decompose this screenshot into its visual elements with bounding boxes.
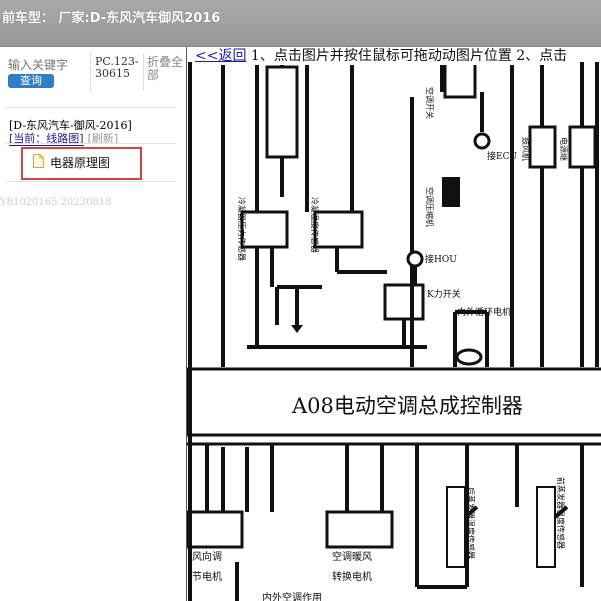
query-button[interactable]: 查询 [8, 74, 54, 88]
top-bar: 前车型： 厂家:D-东风汽车御风2016 [0, 0, 601, 47]
back-link[interactable]: <<返回 [195, 48, 246, 64]
fold-all-link[interactable]: 折叠全部 [147, 56, 185, 82]
ground-ecu-label: 接ECU [487, 150, 517, 162]
wind-motor-label-1: 风向调 [192, 550, 222, 563]
window-title: 前车型： 厂家:D-东风汽车御风2016 [2, 11, 221, 26]
viewer-instructions: <<返回 1、点击图片并按住鼠标可拖动动图片位置 2、点击 [195, 47, 568, 65]
pressure-switch-label: K力开关 [427, 288, 461, 300]
power-relay-label: 电源继 [559, 137, 569, 161]
tree-highlight-box: 电器原理图 [21, 147, 142, 180]
version-watermark: Y81020165.20230818 [0, 197, 112, 208]
front-sensor-label: 前蒸发器温度传感器 [556, 477, 566, 549]
divider [6, 107, 176, 108]
tree-item-label: 电器原理图 [50, 156, 111, 170]
pc-version-label: PC.123-30615 [95, 55, 139, 80]
ground-hou-label: 接HOU [425, 253, 457, 265]
left-panel: 查询 PC.123-30615 折叠全部 [D-东风汽车-御风-2016] [当… [0, 47, 186, 601]
divider [6, 143, 176, 144]
wiring-diagram[interactable]: A08电动空调总成控制器 接HOU 接ECU K力开关 内外循环电机 风向调 节… [187, 47, 601, 601]
file-icon [33, 154, 44, 168]
rear-sensor-label: 后蒸发器温度传感器 [466, 487, 476, 559]
divider [90, 53, 91, 91]
mix-motor-label-1: 空调暖风 [332, 550, 372, 563]
bottom-label: 内外空调作用 [262, 591, 322, 601]
search-input[interactable] [6, 57, 76, 73]
ac-switch-label: 空调开关 [425, 87, 435, 119]
inner-outer-motor-label: 内外循环电机 [457, 306, 511, 318]
cond-sensor-label: 冷凝温度传感器 [310, 197, 320, 253]
wind-motor-label-2: 节电机 [192, 570, 222, 583]
ac-compressor-label: 空调压缩机 [425, 187, 435, 227]
divider [143, 53, 144, 91]
controller-label: A08电动空调总成控制器 [291, 394, 523, 418]
divider [6, 181, 176, 182]
evap-sensor-label: 冷凝器压力传感器 [237, 197, 247, 261]
diagram-viewer[interactable]: A08电动空调总成控制器 接HOU 接ECU K力开关 内外循环电机 风向调 节… [186, 47, 601, 601]
tree-item-electrical-diagram[interactable]: 电器原理图 [33, 154, 111, 171]
mix-motor-label-2: 转换电机 [332, 570, 372, 583]
instructions-text: 1、点击图片并按住鼠标可拖动动图片位置 2、点击 [246, 48, 568, 64]
blower-label: 鼓风机 [521, 137, 531, 161]
